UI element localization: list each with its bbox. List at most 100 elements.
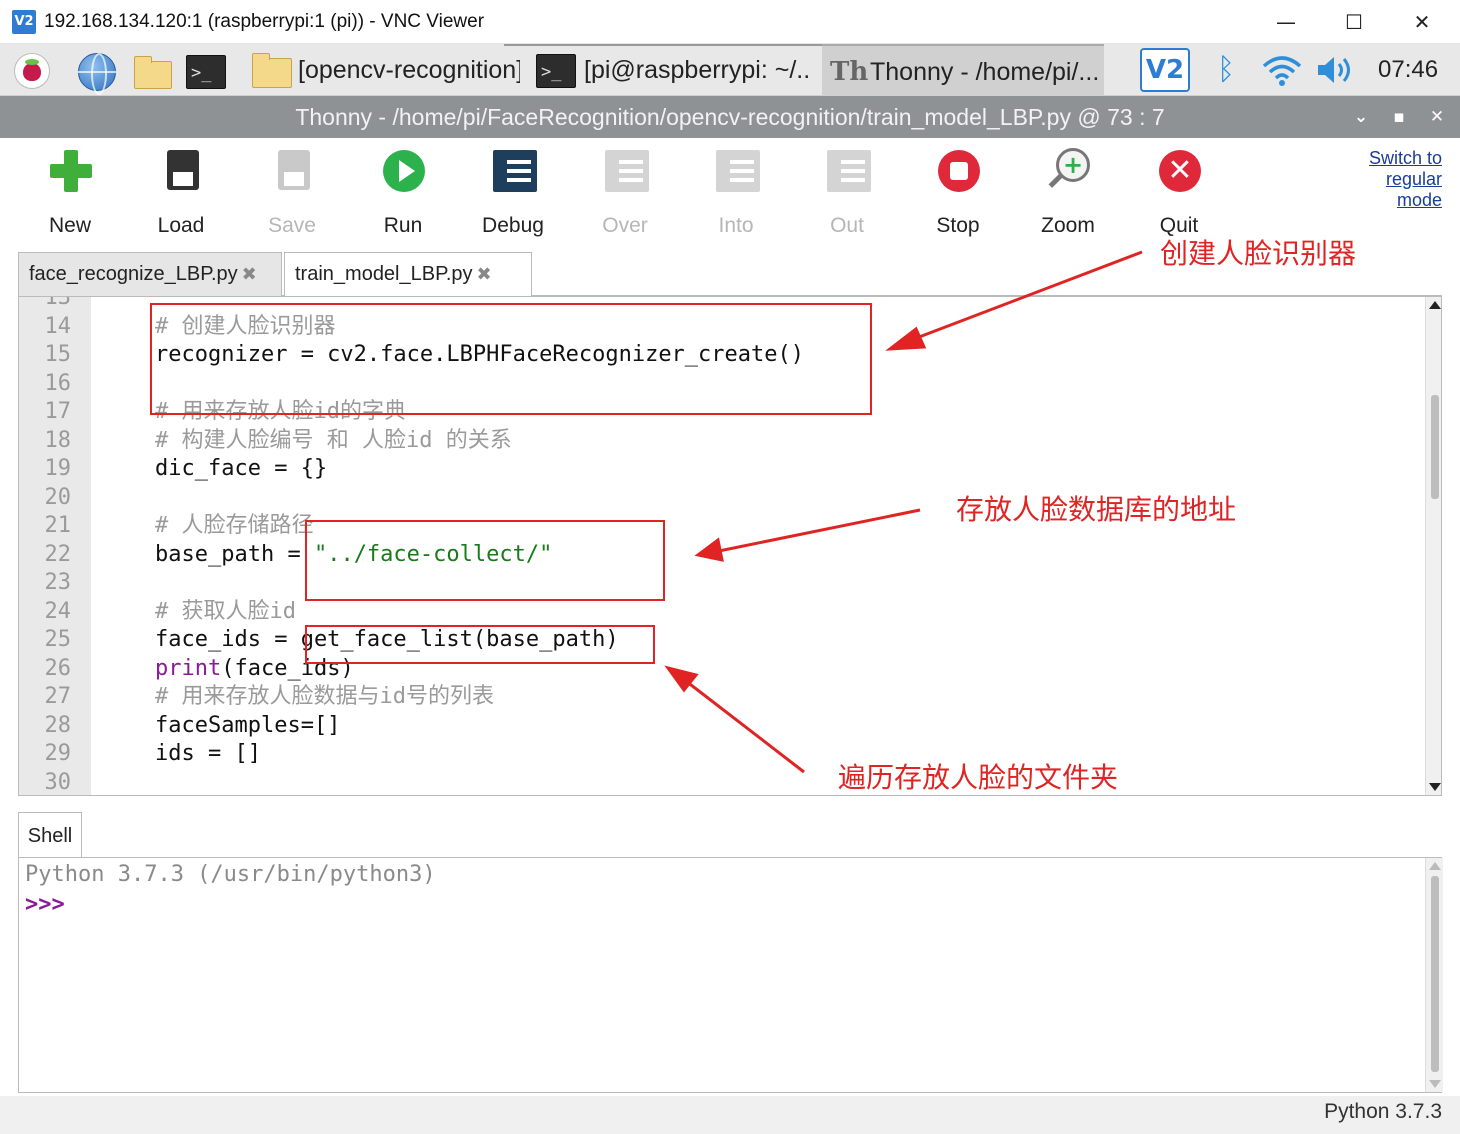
code-text[interactable]: # 构建人脸编号 和 人脸id 的关系 [155, 427, 512, 455]
tab-face-recognize-lbp[interactable]: face_recognize_LBP.py ✖ [18, 252, 282, 296]
save-button[interactable]: Save [242, 148, 342, 238]
raspberry-menu-icon[interactable] [12, 51, 52, 91]
switch-mode-link[interactable]: Switch to regular mode [1330, 148, 1442, 211]
scroll-down-icon[interactable] [1429, 1080, 1441, 1088]
window-title: 192.168.134.120:1 (raspberrypi:1 (pi)) -… [44, 11, 485, 32]
code-token: dic_face = {} [155, 456, 328, 481]
code-line[interactable]: 22 base_path = "../face-collect/" [19, 541, 1419, 569]
line-number: 14 [44, 313, 72, 339]
taskbar-item-label: [pi@raspberrypi: ~/... [584, 56, 812, 84]
shell-panel[interactable]: Python 3.7.3 (/usr/bin/python3) >>> [18, 857, 1443, 1093]
vnc-tray-icon[interactable]: V2 [1140, 48, 1190, 92]
code-text[interactable]: # 用来存放人脸数据与id号的列表 [155, 683, 494, 711]
taskbar-item-thonny[interactable]: Th Thonny - /home/pi/... [822, 44, 1104, 96]
terminal-launcher-icon[interactable]: >_ [186, 51, 226, 91]
code-text[interactable]: # 人脸存储路径 [155, 512, 314, 540]
save-icon [270, 148, 316, 194]
code-line[interactable]: 24 # 获取人脸id [19, 598, 1419, 626]
quit-icon: ✕ [1157, 148, 1203, 194]
thonny-maximize-button[interactable]: ▪ [1384, 96, 1414, 138]
code-token: # 构建人脸编号 和 人脸id 的关系 [155, 427, 512, 453]
line-number: 25 [44, 627, 72, 652]
step-out-button[interactable]: Out [797, 148, 897, 238]
code-line[interactable]: 28 faceSamples=[] [19, 712, 1419, 740]
zoom-button[interactable]: Zoom [1018, 148, 1118, 238]
volume-icon[interactable] [1314, 52, 1358, 88]
step-into-icon [714, 148, 760, 194]
code-token: # 人脸存储路径 [155, 513, 314, 538]
code-text[interactable]: ids = [] [155, 740, 261, 768]
file-manager-icon[interactable] [130, 51, 172, 91]
minimize-button[interactable]: — [1264, 6, 1308, 38]
new-file-icon [48, 148, 94, 194]
scroll-thumb[interactable] [1431, 395, 1439, 499]
stop-button[interactable]: Stop [908, 148, 1008, 238]
interpreter-selector[interactable]: Python 3.7.3 [1324, 1100, 1442, 1124]
load-button[interactable]: Load [131, 148, 231, 238]
bluetooth-icon[interactable]: ᛒ [1206, 52, 1246, 88]
code-line[interactable]: 27 # 用来存放人脸数据与id号的列表 [19, 683, 1419, 711]
code-text[interactable]: dic_face = {} [155, 455, 327, 483]
scroll-down-icon[interactable] [1429, 783, 1441, 791]
shell-scrollbar[interactable] [1425, 858, 1443, 1092]
annotation-note: 存放人脸数据库的地址 [956, 493, 1237, 526]
step-over-icon [603, 148, 649, 194]
code-line[interactable]: 26 print(face_ids) [19, 655, 1419, 683]
step-into-label: Into [718, 214, 754, 237]
line-number: 20 [44, 484, 72, 510]
code-token: # 用来存放人脸数据与id号的列表 [155, 684, 494, 709]
line-number: 19 [44, 456, 72, 481]
highlight-box-recognizer [150, 303, 872, 415]
scroll-thumb[interactable] [1431, 876, 1439, 1072]
editor-scrollbar[interactable] [1425, 297, 1441, 795]
line-number: 29 [44, 741, 72, 766]
quit-button[interactable]: ✕ Quit [1129, 148, 1229, 238]
taskbar-item-label: Thonny - /home/pi/... [870, 58, 1100, 86]
line-number: 17 [44, 399, 72, 424]
code-line[interactable]: 18 # 构建人脸编号 和 人脸id 的关系 [19, 427, 1419, 455]
folder-icon [252, 53, 292, 88]
switch-mode-line-3: mode [1396, 190, 1442, 210]
close-tab-icon[interactable]: ✖ [242, 264, 257, 284]
wifi-icon[interactable] [1260, 52, 1304, 88]
close-button[interactable]: ✕ [1400, 6, 1444, 38]
browser-globe-icon[interactable] [76, 51, 116, 95]
code-token: base_path = [155, 541, 314, 567]
debug-button[interactable]: Debug [463, 148, 563, 238]
thonny-close-button[interactable]: ✕ [1422, 96, 1452, 138]
close-tab-icon[interactable]: ✖ [477, 264, 492, 284]
thonny-titlebar: Thonny - /home/pi/FaceRecognition/opencv… [0, 96, 1460, 138]
tab-shell[interactable]: Shell [18, 812, 82, 858]
step-into-button[interactable]: Into [686, 148, 786, 238]
zoom-icon [1046, 148, 1092, 194]
load-icon [159, 148, 205, 194]
code-line[interactable]: 29 ids = [] [19, 740, 1419, 768]
line-number: 30 [44, 769, 72, 795]
line-number: 15 [44, 342, 72, 367]
line-number: 27 [44, 684, 72, 709]
code-line[interactable]: 25 face_ids = get_face_list(base_path) [19, 626, 1419, 654]
code-text[interactable]: # 获取人脸id [155, 598, 296, 626]
clock[interactable]: 07:46 [1378, 44, 1438, 96]
step-over-button[interactable]: Over [575, 148, 675, 238]
status-bar: Python 3.7.3 [0, 1096, 1460, 1134]
new-button[interactable]: New [20, 148, 120, 238]
run-button[interactable]: Run [353, 148, 453, 238]
run-icon [381, 148, 427, 194]
code-line[interactable]: 23 [19, 569, 1419, 597]
taskbar-item-terminal[interactable]: >_ [pi@raspberrypi: ~/... [532, 44, 812, 96]
thonny-window-title: Thonny - /home/pi/FaceRecognition/opencv… [295, 104, 1165, 130]
tab-label: face_recognize_LBP.py [29, 263, 238, 285]
code-text[interactable]: faceSamples=[] [155, 712, 340, 740]
code-line[interactable]: 19 dic_face = {} [19, 455, 1419, 483]
code-line[interactable]: 30 [19, 769, 1419, 796]
shell-prompt[interactable]: >>> [25, 892, 65, 917]
terminal-icon: >_ [536, 54, 576, 88]
line-number: 21 [44, 513, 72, 538]
maximize-button[interactable]: ☐ [1332, 6, 1376, 38]
thonny-minimize-button[interactable]: ⌄ [1346, 96, 1376, 138]
tab-train-model-lbp[interactable]: train_model_LBP.py ✖ [284, 252, 532, 297]
taskbar-item-folder[interactable]: [opencv-recognition] [248, 44, 520, 96]
scroll-up-icon[interactable] [1429, 301, 1441, 309]
scroll-up-icon[interactable] [1429, 862, 1441, 870]
